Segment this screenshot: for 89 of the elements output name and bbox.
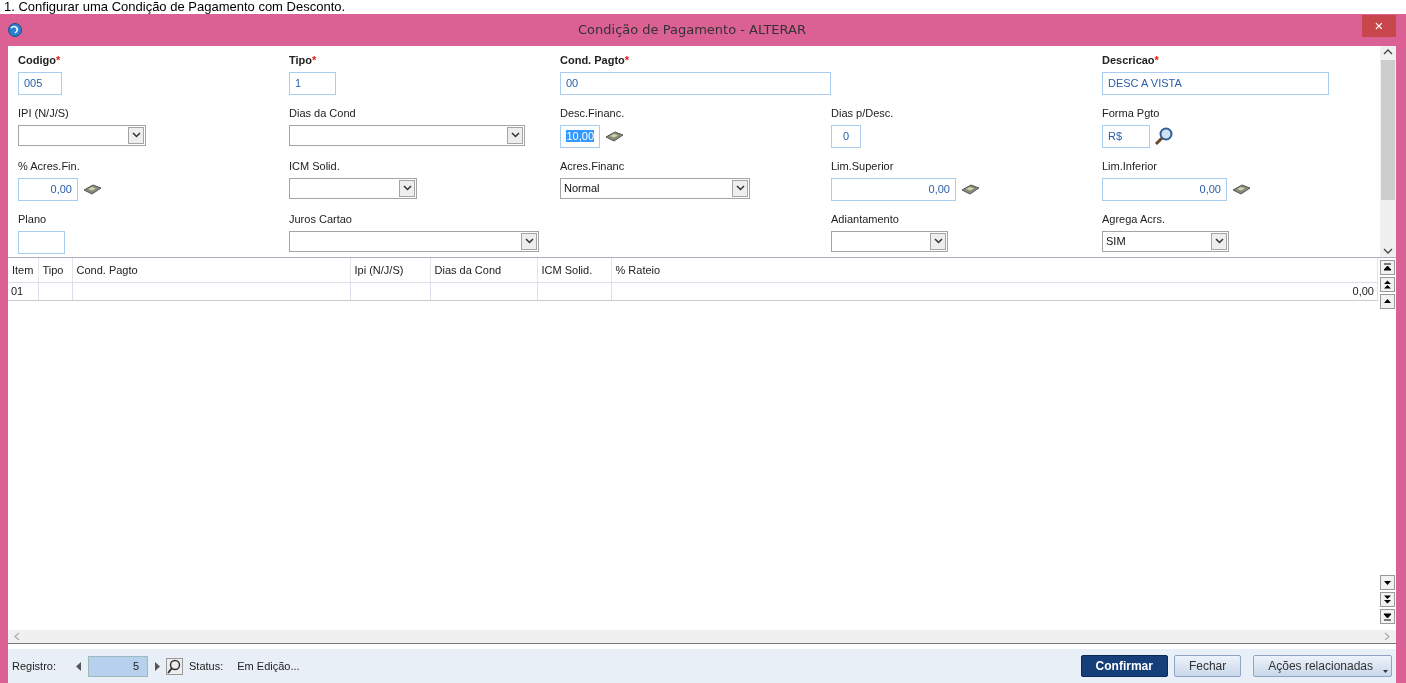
column-header: Item <box>8 258 38 282</box>
column-header: Tipo <box>38 258 72 282</box>
chevron-left-icon <box>14 632 20 641</box>
table-cell: 0,00 <box>611 282 1378 300</box>
input-field[interactable]: 005 <box>18 71 62 95</box>
arrow-first-icon <box>1382 263 1392 272</box>
chevron-down-icon <box>131 132 141 138</box>
page-down-button[interactable] <box>1379 592 1395 607</box>
chevron-down-icon <box>1214 238 1224 244</box>
arrow-up-icon <box>1382 297 1392 306</box>
column-header: ICM Solid. <box>537 258 611 282</box>
search-icon[interactable] <box>166 657 184 675</box>
arrow-down-icon <box>1382 578 1392 587</box>
dropdown-field[interactable] <box>831 230 948 252</box>
confirm-button[interactable]: Confirmar <box>1080 655 1168 677</box>
field-label: Lim.Inferior <box>1102 159 1158 174</box>
chevron-down-icon <box>510 132 520 138</box>
arrow-last-icon <box>1382 612 1392 621</box>
table-cell: 01 <box>8 282 38 300</box>
first-record-button[interactable] <box>1379 260 1395 275</box>
input-field[interactable]: 1 <box>289 71 336 95</box>
field-label: Desc.Financ. <box>560 106 625 121</box>
field-label: Acres.Financ <box>560 159 625 174</box>
input-field[interactable]: 00 <box>560 71 831 95</box>
close-button[interactable]: Fechar <box>1173 655 1242 677</box>
dropdown-field[interactable]: Normal <box>560 177 750 199</box>
column-header: Dias da Cond <box>430 258 537 282</box>
column-header: Ipi (N/J/S) <box>350 258 430 282</box>
column-header: Cond. Pagto <box>72 258 350 282</box>
field-label: ICM Solid. <box>289 159 340 174</box>
field-label: Descricao* <box>1102 53 1159 68</box>
field-label: Agrega Acrs. <box>1102 212 1165 227</box>
field-label: Juros Cartao <box>289 212 352 227</box>
record-field[interactable]: 5 <box>88 655 149 677</box>
calculator-icon <box>82 183 102 195</box>
next-arrow-icon[interactable] <box>154 661 161 671</box>
chevron-down-icon <box>735 185 745 191</box>
calculator-icon <box>1231 183 1251 195</box>
dropdown-field[interactable] <box>18 124 146 146</box>
caret-icon <box>1383 670 1388 673</box>
double-arrow-up-icon <box>1382 280 1392 289</box>
chevron-down-icon <box>524 238 534 244</box>
chevron-down-icon <box>1383 247 1393 255</box>
chevron-up-icon <box>1383 48 1393 56</box>
double-arrow-down-icon <box>1382 595 1392 604</box>
window-title: Condição de Pagamento - ALTERAR <box>578 21 806 40</box>
field-label: Lim.Superior <box>831 159 894 174</box>
status-label: Status: <box>189 658 224 674</box>
record-label: Registro: <box>12 658 57 674</box>
column-header: % Rateio <box>611 258 1378 282</box>
globe-icon <box>8 23 22 37</box>
calculator-icon <box>604 130 624 142</box>
field-label: Codigo* <box>18 53 61 68</box>
document-heading: 1. Configurar uma Condição de Pagamento com Desconto. <box>3 0 347 14</box>
calculator-icon <box>960 183 980 195</box>
last-record-button[interactable] <box>1379 609 1395 624</box>
field-label: Plano <box>18 212 47 227</box>
input-field[interactable]: 0 <box>831 124 861 148</box>
dropdown-field[interactable] <box>289 230 539 252</box>
field-label: Tipo* <box>289 53 317 68</box>
previous-record-button[interactable] <box>1379 294 1395 309</box>
actions-menu-button[interactable]: Ações relacionadas <box>1253 655 1392 677</box>
horizontal-scrollbar[interactable] <box>8 630 1396 644</box>
input-field[interactable]: R$ <box>1102 124 1150 148</box>
chevron-down-icon <box>933 238 943 244</box>
close-button[interactable]: × <box>1362 15 1396 37</box>
field-label: IPI (N/J/S) <box>18 106 69 121</box>
dropdown-field[interactable] <box>289 124 525 146</box>
dropdown-field[interactable]: SIM <box>1102 230 1229 252</box>
scrollbar[interactable] <box>1380 46 1396 257</box>
dropdown-field[interactable] <box>289 177 417 199</box>
input-field[interactable] <box>18 230 65 254</box>
field-label: Cond. Pagto* <box>560 53 630 68</box>
previous-arrow-icon[interactable] <box>76 661 83 671</box>
chevron-right-icon <box>1384 632 1390 641</box>
input-field[interactable]: 0,00 <box>1102 177 1227 201</box>
input-field[interactable]: 0,00 <box>831 177 956 201</box>
chevron-down-icon <box>402 185 412 191</box>
status-value: Em Edição... <box>237 658 300 674</box>
field-label: Dias da Cond <box>289 106 356 121</box>
search-icon[interactable] <box>1154 126 1174 146</box>
field-label: Adiantamento <box>831 212 899 227</box>
field-label: Forma Pgto <box>1102 106 1160 121</box>
input-field[interactable]: DESC A VISTA <box>1102 71 1329 95</box>
input-field[interactable]: 0,00 <box>18 177 78 201</box>
next-record-button[interactable] <box>1379 575 1395 590</box>
page-up-button[interactable] <box>1379 277 1395 292</box>
field-label: Dias p/Desc. <box>831 106 894 121</box>
field-label: % Acres.Fin. <box>18 159 80 174</box>
